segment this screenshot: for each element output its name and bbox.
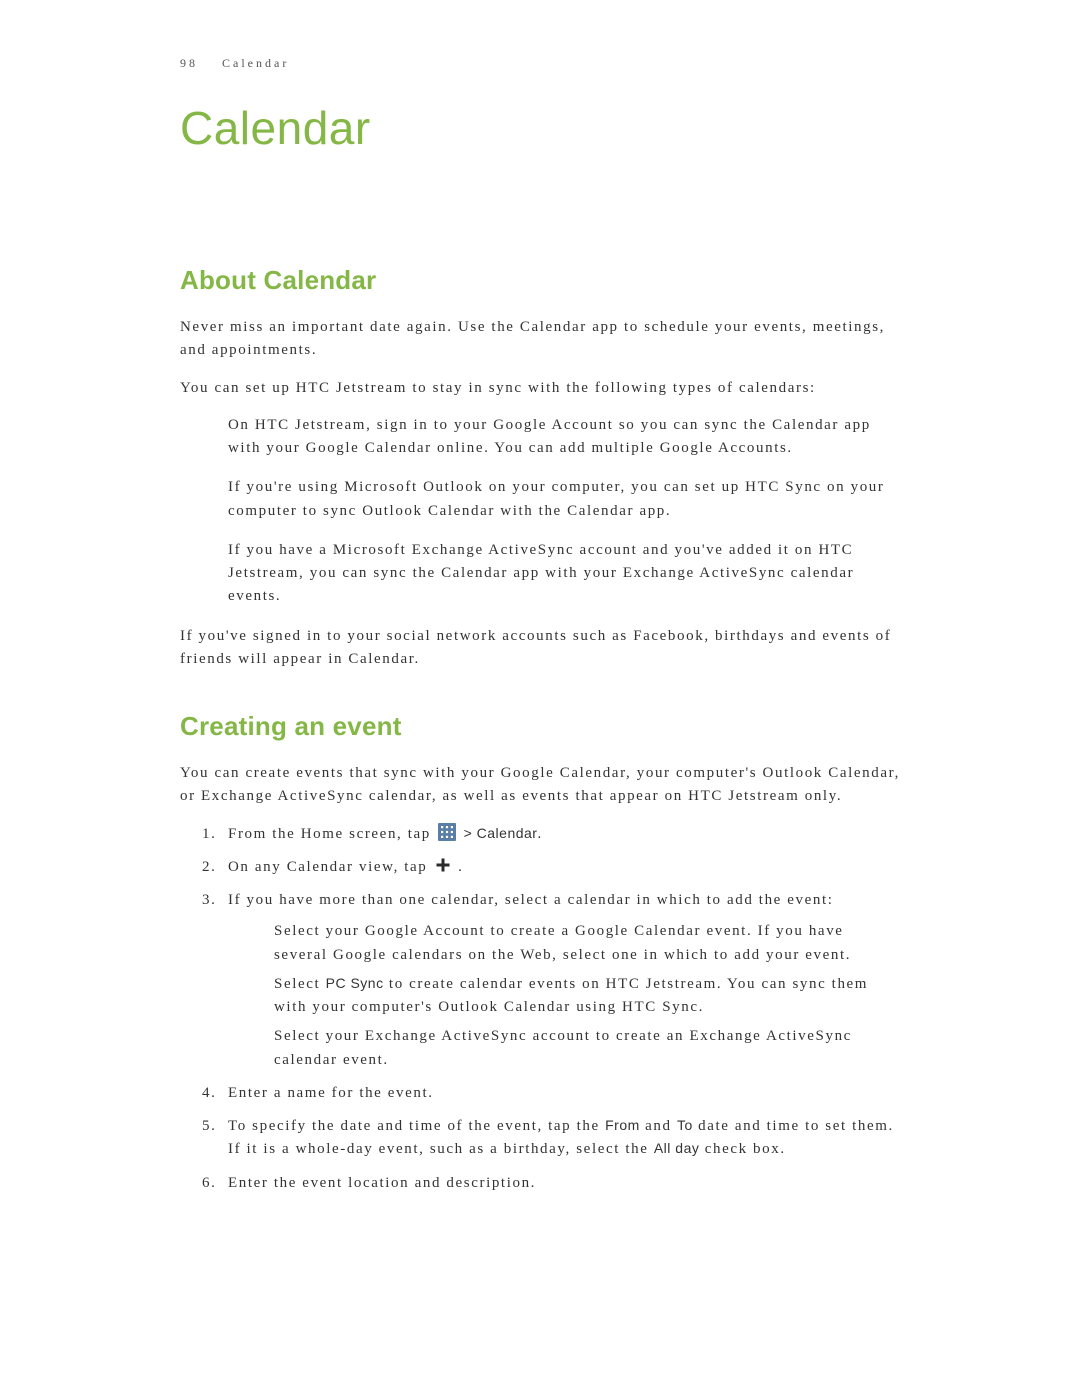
section-about-calendar: About Calendar Never miss an important d… [180,265,900,671]
step-5-c: and [640,1118,677,1134]
about-bullet-1: On HTC Jetstream, sign in to your Google… [228,414,900,461]
plus-icon [435,857,451,873]
about-p1: Never miss an important date again. Use … [180,316,900,363]
document-page: 98 Calendar Calendar About Calendar Neve… [0,0,1080,1195]
step-1: From the Home screen, tap > Calendar. [202,823,900,846]
page-number: 98 [180,56,198,70]
header-section-name: Calendar [222,56,289,70]
about-bullets: On HTC Jetstream, sign in to your Google… [180,414,900,609]
section-title-about: About Calendar [180,265,900,296]
step-2-text-b: . [458,859,463,875]
step-4-text: Enter a name for the event. [228,1085,434,1101]
step-4: Enter a name for the event. [202,1082,900,1105]
step-3-subitems: Select your Google Account to create a G… [228,920,900,1072]
step-6: Enter the event location and description… [202,1172,900,1195]
apps-grid-icon [438,823,456,841]
creating-p1: You can create events that sync with you… [180,762,900,809]
about-p2: You can set up HTC Jetstream to stay in … [180,377,900,400]
all-day-label: All day [654,1140,700,1156]
step-2-text-a: On any Calendar view, tap [228,859,433,875]
about-p3: If you've signed in to your social netwo… [180,625,900,672]
step-1-calendar-label: Calendar [477,825,538,841]
step-6-text: Enter the event location and description… [228,1175,536,1191]
step-3-sub-3: Select your Exchange ActiveSync account … [274,1025,900,1072]
creating-steps-list: From the Home screen, tap > Calendar. [180,823,900,1195]
step-3-sub-2: Select PC Sync to create calendar events… [274,973,900,1020]
step-3-sub-1: Select your Google Account to create a G… [274,920,900,967]
step-1-text-a: From the Home screen, tap [228,826,436,842]
section-creating-event: Creating an event You can create events … [180,711,900,1195]
step-1-text-b: > [464,825,477,841]
step-3-text: If you have more than one calendar, sele… [228,892,834,908]
step-2: On any Calendar view, tap . [202,856,900,879]
running-header: 98 Calendar [180,56,900,71]
chapter-title: Calendar [180,101,900,155]
step-5-g: check box. [699,1141,785,1157]
from-label: From [605,1117,640,1133]
to-label: To [677,1117,693,1133]
about-bullet-2: If you're using Microsoft Outlook on you… [228,476,900,523]
step-3: If you have more than one calendar, sele… [202,889,900,1072]
about-bullet-3: If you have a Microsoft Exchange ActiveS… [228,539,900,609]
step-5-a: To specify the date and time of the even… [228,1118,605,1134]
pc-sync-label: PC Sync [326,975,384,991]
step-1-text-d: . [537,826,542,842]
section-title-creating: Creating an event [180,711,900,742]
step-3-sub-2a: Select [274,976,326,992]
step-5: To specify the date and time of the even… [202,1115,900,1162]
